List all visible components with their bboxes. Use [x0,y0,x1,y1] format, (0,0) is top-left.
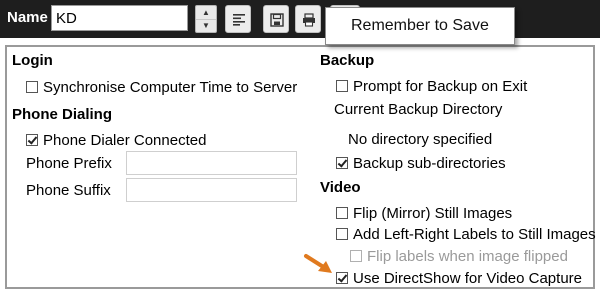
floppy-disk-icon [270,13,284,27]
align-left-icon [233,14,245,26]
backup-subdirs-checkbox[interactable] [336,157,348,169]
prompt-backup-label: Prompt for Backup on Exit [353,78,528,95]
backup-section-title: Backup [320,52,375,69]
directshow-checkbox[interactable] [336,272,348,284]
phone-prefix-input[interactable] [126,151,297,175]
login-section-title: Login [12,52,53,69]
sync-time-label: Synchronise Computer Time to Server [43,79,298,96]
name-label: Name [7,9,48,26]
print-button[interactable] [295,5,321,33]
lr-labels-option[interactable]: Add Left-Right Labels to Still Images [336,226,596,243]
backup-directory-label: Current Backup Directory [334,101,503,118]
prompt-backup-checkbox[interactable] [336,80,348,92]
dialer-connected-option[interactable]: Phone Dialer Connected [26,132,206,149]
sync-time-checkbox[interactable] [26,81,38,93]
flip-labels-label: Flip labels when image flipped [367,248,568,265]
name-input[interactable] [51,5,188,31]
phone-prefix-label: Phone Prefix [26,155,112,172]
flip-mirror-option[interactable]: Flip (Mirror) Still Images [336,205,512,222]
prompt-backup-option[interactable]: Prompt for Backup on Exit [336,78,527,95]
phone-suffix-label: Phone Suffix [26,182,111,199]
dialer-connected-label: Phone Dialer Connected [43,132,207,149]
flip-mirror-label: Flip (Mirror) Still Images [353,205,513,222]
dialer-connected-checkbox[interactable] [26,134,38,146]
backup-subdirs-label: Backup sub-directories [353,155,506,172]
flip-labels-checkbox [350,250,362,262]
video-section-title: Video [320,179,361,196]
backup-directory-value: No directory specified [348,131,493,148]
directshow-label: Use DirectShow for Video Capture [353,270,582,287]
flip-labels-option: Flip labels when image flipped [350,248,568,265]
sync-time-option[interactable]: Synchronise Computer Time to Server [26,79,297,96]
align-left-button[interactable] [225,5,251,33]
lr-labels-label: Add Left-Right Labels to Still Images [353,226,596,243]
spin-down-button[interactable]: ▼ [196,19,216,32]
save-reminder-tooltip: Remember to Save [325,7,515,45]
save-button[interactable] [263,5,289,33]
printer-icon [303,13,315,27]
lr-labels-checkbox[interactable] [336,228,348,240]
spin-up-button[interactable]: ▲ [196,6,216,20]
directshow-option[interactable]: Use DirectShow for Video Capture [336,270,582,287]
flip-mirror-checkbox[interactable] [336,207,348,219]
pointer-arrow-icon [304,254,332,273]
phone-section-title: Phone Dialing [12,106,113,123]
backup-subdirs-option[interactable]: Backup sub-directories [336,155,506,172]
phone-suffix-input[interactable] [126,178,297,202]
name-spinner: ▲ ▼ [195,5,217,33]
